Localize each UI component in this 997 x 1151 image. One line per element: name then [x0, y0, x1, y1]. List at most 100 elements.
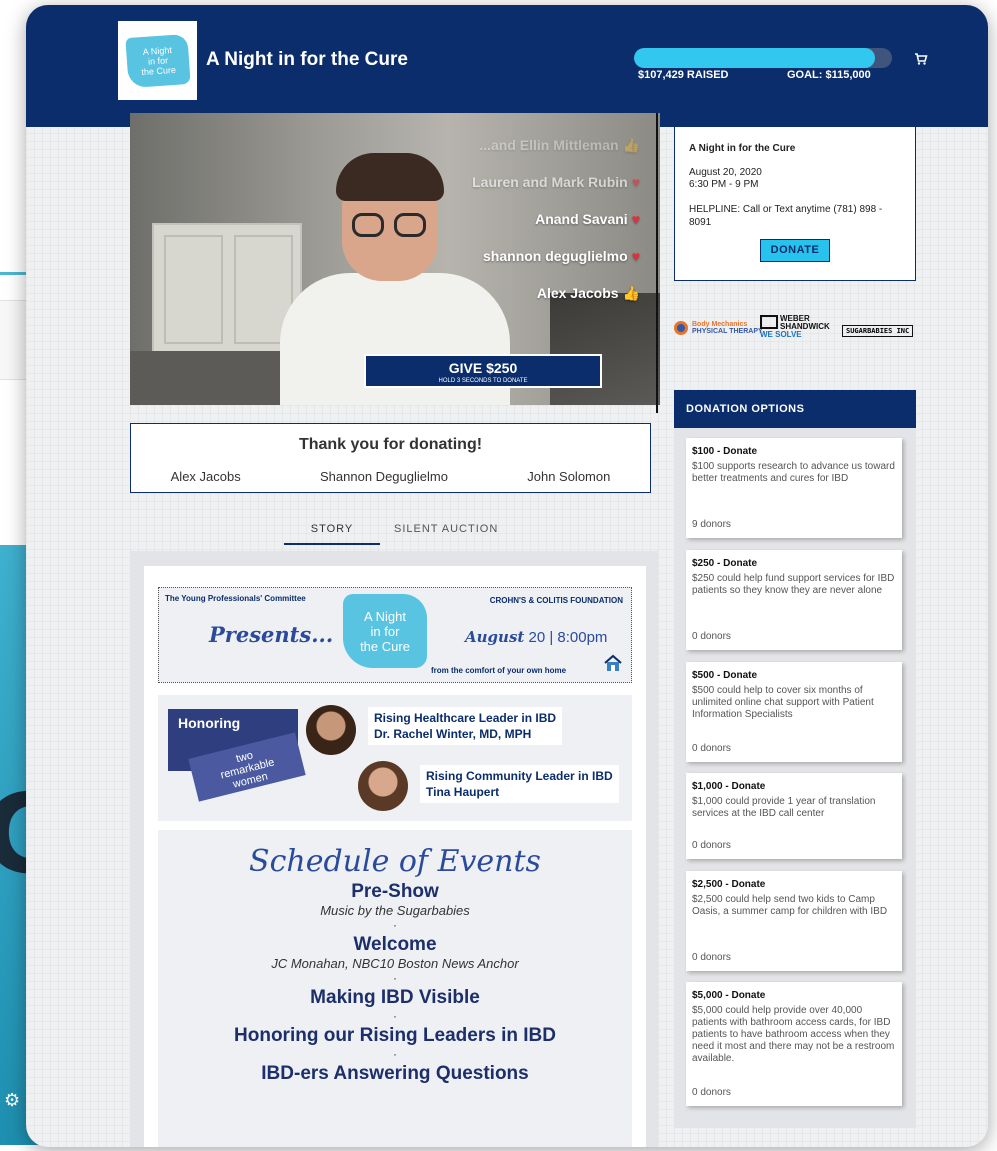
- donation-option-donors: 9 donors: [692, 519, 731, 530]
- leader-card: Rising Community Leader in IBD Tina Haup…: [420, 765, 619, 803]
- donation-option-5000[interactable]: $5,000 - Donate $5,000 could help provid…: [686, 982, 902, 1106]
- banner-date-rest: 20 | 8:00pm: [528, 629, 608, 646]
- divider-line: [656, 113, 658, 413]
- sponsor-weber-shandwick[interactable]: WEBER SHANDWICK WE SOLVE: [760, 315, 830, 339]
- house-icon: [604, 654, 622, 671]
- raised-amount: $107,429 RAISED: [638, 69, 729, 81]
- schedule-item: IBD-ers Answering Questions: [261, 1063, 529, 1084]
- schedule-separator: ·: [393, 1009, 397, 1023]
- event-title: A Night in for the Cure: [689, 143, 796, 154]
- site-header: A Night in for the Cure A Night in for t…: [26, 5, 988, 127]
- gear-icon: ⚙: [4, 1090, 21, 1110]
- donation-options-header: DONATION OPTIONS: [674, 390, 916, 428]
- tab-story[interactable]: STORY: [284, 519, 380, 545]
- site-title[interactable]: A Night in for the Cure: [206, 49, 408, 71]
- sponsor-name: Body Mechanics: [692, 321, 748, 328]
- sponsor-tagline: WE SOLVE: [760, 330, 802, 339]
- banner-presents: Presents...: [209, 622, 334, 647]
- donation-option-donors: 0 donors: [692, 743, 731, 754]
- avatar: [306, 705, 356, 755]
- sponsor-logos: Body Mechanics PHYSICAL THERAPY WEBER SHAN…: [674, 315, 924, 347]
- banner-logo-line: A Night: [364, 608, 406, 624]
- donation-option-desc: $1,000 could provide 1 year of translati…: [692, 796, 876, 819]
- schedule-item: Honoring our Rising Leaders in IBD: [234, 1025, 556, 1046]
- event-helpline: HELPLINE: Call or Text anytime (781) 898…: [689, 204, 883, 228]
- thank-you-box: Thank you for donating! Alex Jacobs Shan…: [130, 423, 651, 493]
- leader-role: Rising Community Leader in IBD: [426, 769, 613, 783]
- donation-option-title: $5,000 - Donate: [692, 990, 766, 1001]
- donation-option-title: $1,000 - Donate: [692, 781, 766, 792]
- donation-option-100[interactable]: $100 - Donate $100 supports research to …: [686, 438, 902, 538]
- schedule-item-sub: JC Monahan, NBC10 Boston News Anchor: [271, 956, 519, 971]
- goal-amount: GOAL: $115,000: [787, 69, 871, 81]
- banner-logo: A Night in for the Cure: [343, 594, 427, 668]
- tab-silent-auction[interactable]: SILENT AUCTION: [394, 519, 498, 545]
- cart-icon[interactable]: [914, 52, 928, 66]
- donor-ticker-item: Anand Savani ♥: [535, 211, 640, 227]
- video-cabinet: [152, 223, 302, 353]
- donation-option-1000[interactable]: $1,000 - Donate $1,000 could provide 1 y…: [686, 773, 902, 859]
- donation-option-donors: 0 donors: [692, 631, 731, 642]
- presenter-hair: [336, 153, 444, 201]
- crohns-colitis-logo: CROHN'S & COLITIS FOUNDATION: [489, 596, 623, 605]
- sponsor-sugarbabies[interactable]: SUGARBABIES INC: [842, 325, 914, 337]
- logo-line: in for: [147, 54, 168, 67]
- donation-option-desc: $2,500 could help send two kids to Camp …: [692, 894, 888, 917]
- thumbs-up-icon: 👍: [622, 137, 640, 153]
- event-time: 6:30 PM - 9 PM: [689, 179, 759, 190]
- give-button-sublabel: HOLD 3 SECONDS TO DONATE: [438, 378, 528, 384]
- banner-date-month: August: [465, 628, 525, 646]
- content-tabs: STORY SILENT AUCTION: [284, 519, 498, 545]
- logo-line: the Cure: [140, 64, 176, 77]
- thank-you-names: Alex Jacobs Shannon Deguglielmo John Sol…: [131, 469, 650, 484]
- browser-window: A Night in for the Cure A Night in for t…: [26, 5, 988, 1147]
- donation-option-desc: $500 could help to cover six months of u…: [692, 685, 874, 720]
- schedule-separator: ·: [393, 971, 397, 985]
- give-250-button[interactable]: GIVE $250 HOLD 3 SECONDS TO DONATE: [364, 354, 602, 388]
- site-logo[interactable]: A Night in for the Cure: [118, 21, 197, 100]
- donation-option-250[interactable]: $250 - Donate $250 could help fund suppo…: [686, 550, 902, 650]
- leader-name: Dr. Rachel Winter, MD, MPH: [374, 727, 532, 741]
- schedule-item: Welcome: [353, 934, 437, 955]
- donation-option-2500[interactable]: $2,500 - Donate $2,500 could help send t…: [686, 871, 902, 971]
- give-button-label: GIVE $250: [448, 360, 518, 376]
- banner-logo-line: the Cure: [360, 638, 410, 654]
- event-banner: The Young Professionals' Committee Prese…: [158, 587, 632, 683]
- body-mechanics-icon: [674, 321, 688, 335]
- banner-committee: The Young Professionals' Committee: [165, 594, 306, 603]
- donor-ticker-item: Alex Jacobs 👍: [536, 285, 640, 301]
- donate-button[interactable]: DONATE: [760, 239, 830, 262]
- donation-option-donors: 0 donors: [692, 952, 731, 963]
- sponsor-body-mechanics[interactable]: Body Mechanics PHYSICAL THERAPY: [674, 321, 763, 335]
- donation-option-title: $2,500 - Donate: [692, 879, 766, 890]
- fundraising-progress-bar: [634, 48, 892, 68]
- honoring-section: Honoring two remarkable women Rising Hea…: [158, 695, 632, 821]
- thank-you-title: Thank you for donating!: [298, 436, 483, 453]
- thank-you-name: Alex Jacobs: [170, 469, 241, 484]
- schedule-section: Schedule of Events Pre-Show Music by the…: [158, 830, 632, 1147]
- banner-home-text: from the comfort of your own home: [431, 666, 567, 675]
- donation-option-title: $100 - Donate: [692, 446, 758, 457]
- presenter-glasses: [352, 213, 430, 237]
- donation-option-title: $500 - Donate: [692, 670, 758, 681]
- event-info-box: A Night in for the Cure August 20, 2020 …: [674, 127, 916, 281]
- heart-icon: ♥: [631, 211, 640, 227]
- sponsor-subtitle: PHYSICAL THERAPY: [692, 328, 763, 335]
- donation-option-title: $250 - Donate: [692, 558, 758, 569]
- leader-name: Tina Haupert: [426, 785, 500, 799]
- event-date: August 20, 2020: [689, 167, 762, 178]
- schedule-separator: ·: [393, 1047, 397, 1061]
- donation-option-desc: $250 could help fund support services fo…: [692, 573, 895, 596]
- banner-date: August 20 | 8:00pm: [465, 628, 607, 646]
- thank-you-name: Shannon Deguglielmo: [320, 469, 448, 484]
- donor-ticker-item: Lauren and Mark Rubin ♥: [472, 174, 640, 190]
- donation-option-desc: $100 supports research to advance us tow…: [692, 461, 895, 484]
- schedule-title: Schedule of Events: [249, 844, 541, 879]
- livestream-video[interactable]: ...and Ellin Mittleman 👍 Lauren and Mark …: [130, 113, 660, 405]
- schedule-item-sub: Music by the Sugarbabies: [320, 903, 470, 918]
- schedule-separator: ·: [393, 918, 397, 932]
- banner-logo-line: in for: [370, 623, 400, 639]
- logo-blob: A Night in for the Cure: [124, 33, 191, 88]
- progress-fill: [634, 48, 875, 68]
- donation-option-500[interactable]: $500 - Donate $500 could help to cover s…: [686, 662, 902, 762]
